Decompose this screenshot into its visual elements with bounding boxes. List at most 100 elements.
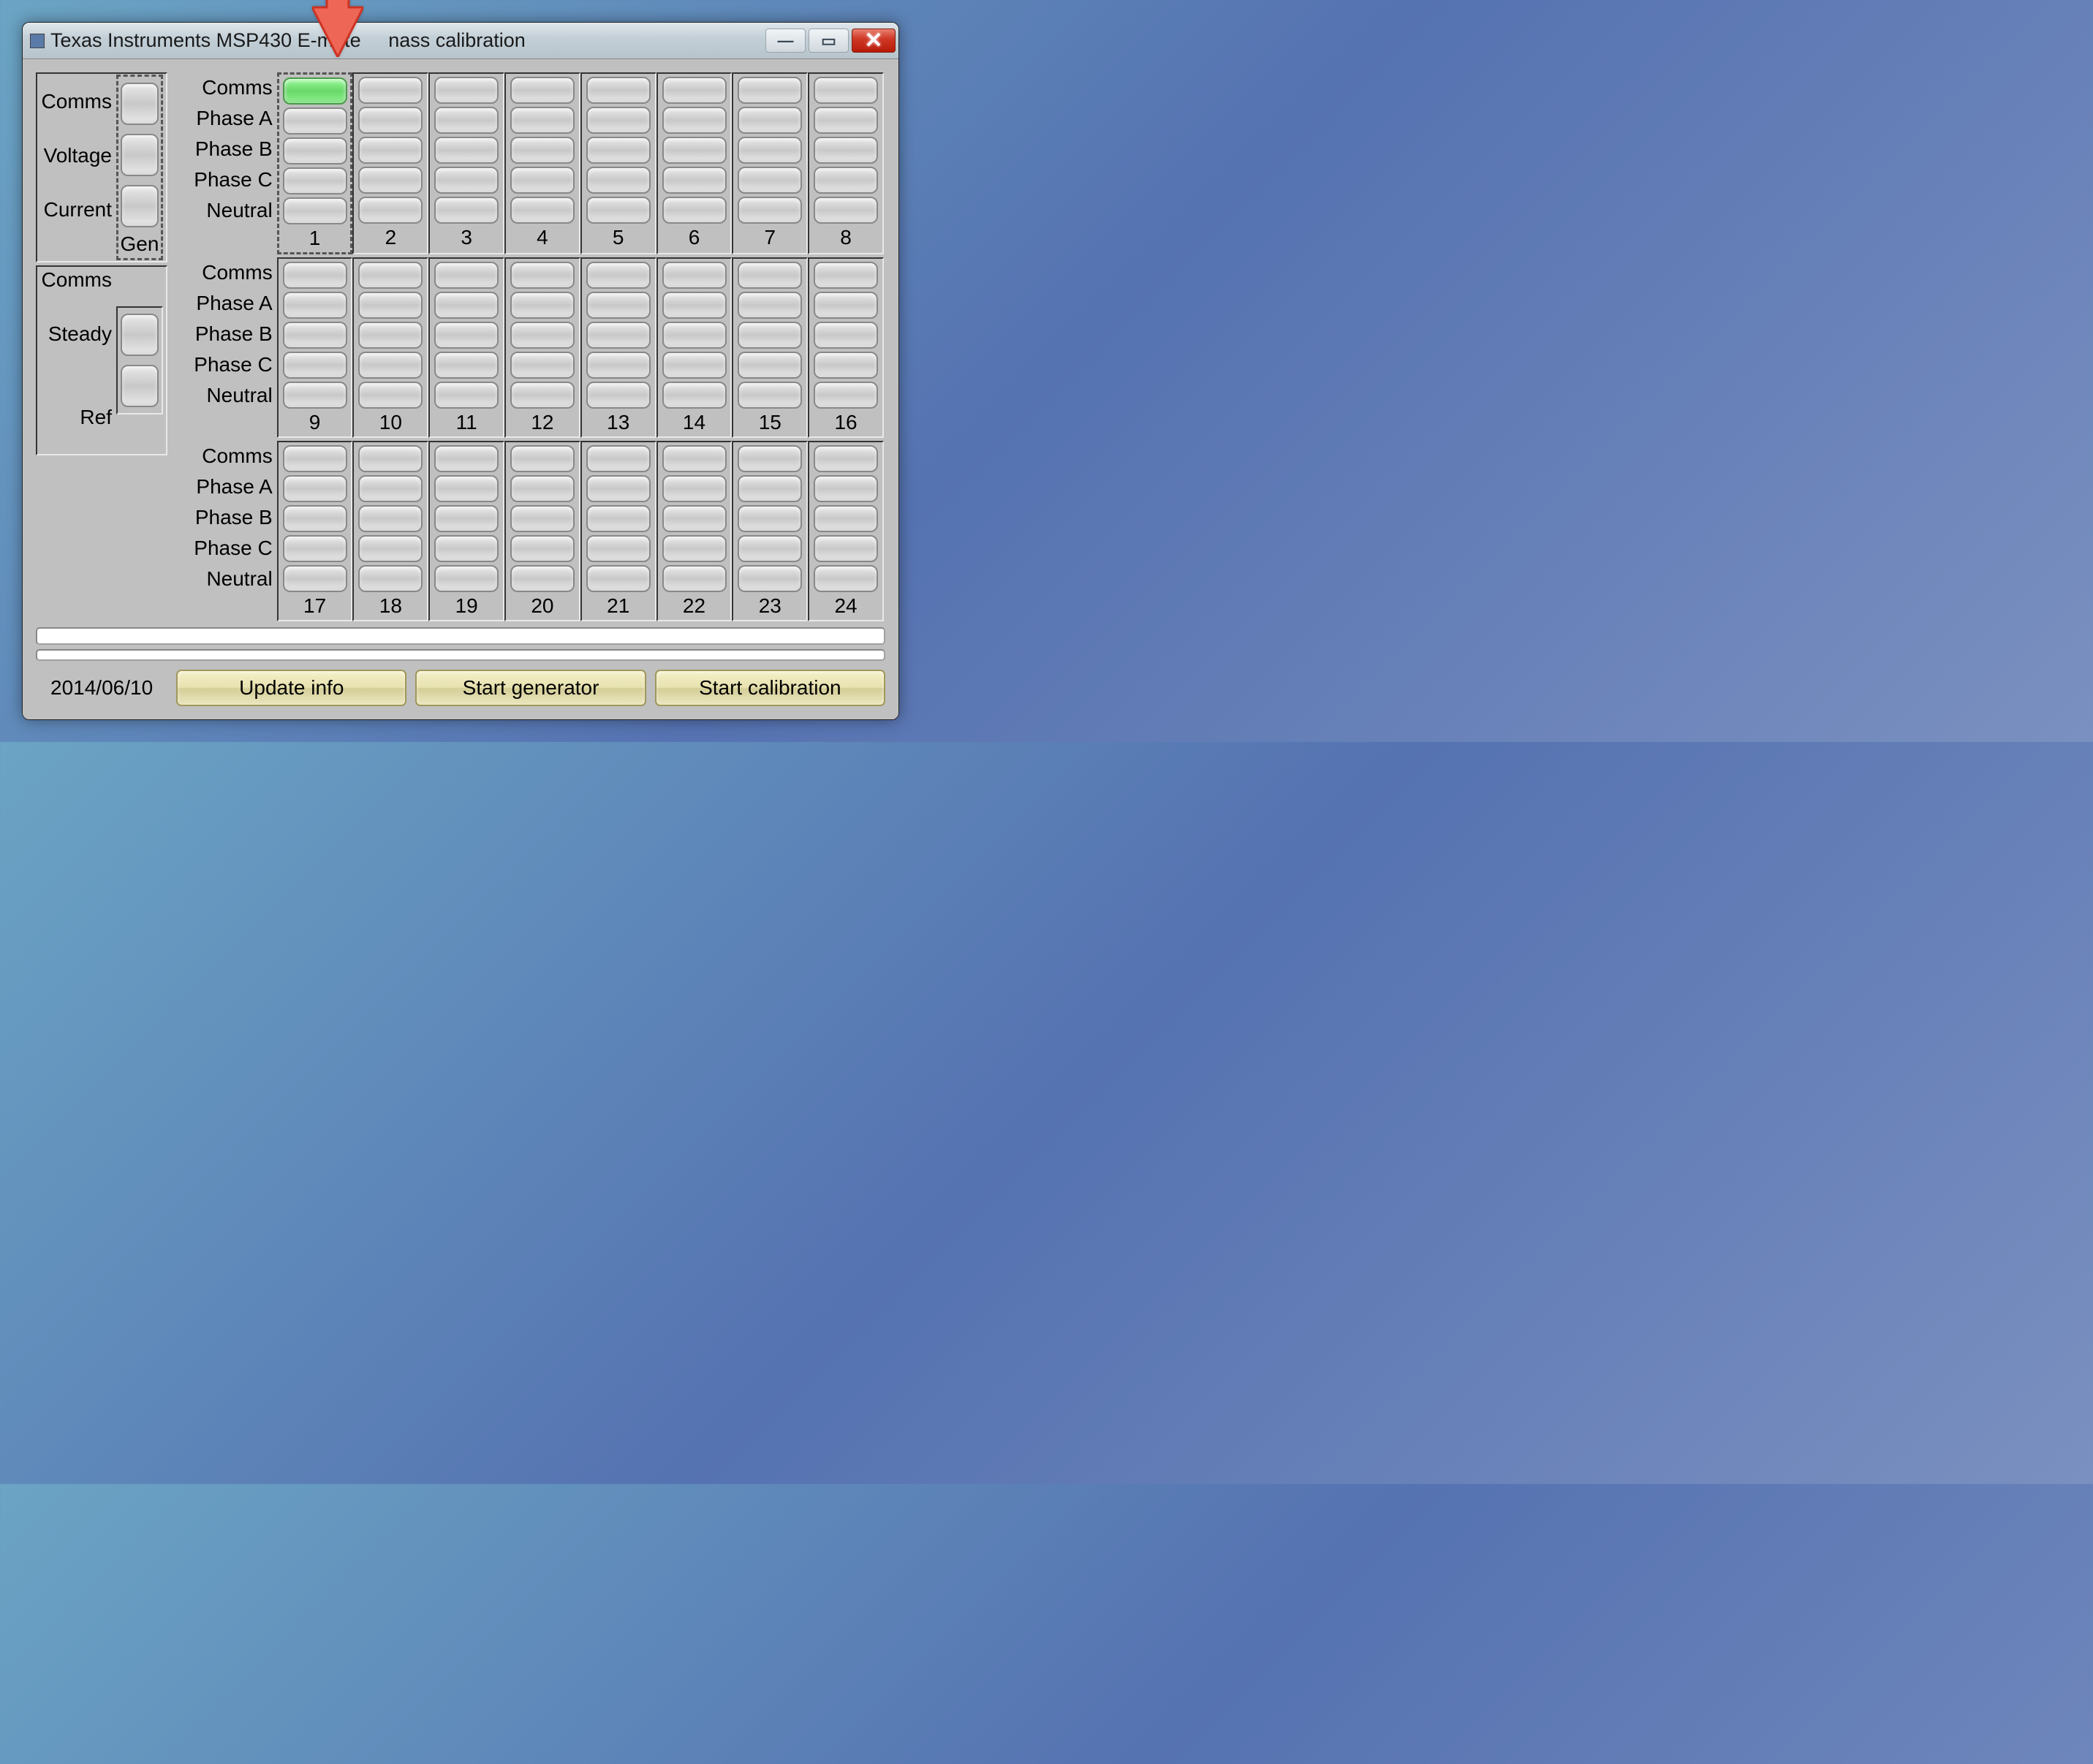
meter-led[interactable] xyxy=(510,167,575,194)
meter-led[interactable] xyxy=(510,77,575,104)
meter-led[interactable] xyxy=(358,137,423,164)
meter-led[interactable] xyxy=(814,292,878,319)
meter-led[interactable] xyxy=(738,352,802,379)
meter-led[interactable] xyxy=(738,475,802,502)
meter-led[interactable] xyxy=(738,77,802,104)
meter-led[interactable] xyxy=(358,475,423,502)
meter-led[interactable] xyxy=(510,445,575,472)
meter-led[interactable] xyxy=(434,352,499,379)
meter-led[interactable] xyxy=(662,322,727,349)
meter-led[interactable] xyxy=(738,535,802,562)
meter-led[interactable] xyxy=(434,167,499,194)
meter-led[interactable] xyxy=(283,197,347,224)
meter-led[interactable] xyxy=(434,107,499,134)
meter-led[interactable] xyxy=(283,535,347,562)
meter-led[interactable] xyxy=(434,505,499,532)
meter-led[interactable] xyxy=(662,167,727,194)
meter-led[interactable] xyxy=(662,262,727,289)
meter-led[interactable] xyxy=(738,137,802,164)
meter-led[interactable] xyxy=(358,197,423,224)
meter-led[interactable] xyxy=(662,445,727,472)
update-info-button[interactable]: Update info xyxy=(176,670,406,706)
meter-led[interactable] xyxy=(358,107,423,134)
meter-led[interactable] xyxy=(586,292,651,319)
meter-led[interactable] xyxy=(662,137,727,164)
meter-led[interactable] xyxy=(662,565,727,592)
meter-led[interactable] xyxy=(510,565,575,592)
meter-led[interactable] xyxy=(510,107,575,134)
meter-led[interactable] xyxy=(814,262,878,289)
meter-led[interactable] xyxy=(434,565,499,592)
meter-led[interactable] xyxy=(283,565,347,592)
close-button[interactable]: ✕ xyxy=(852,29,896,53)
meter-led[interactable] xyxy=(738,382,802,409)
start-generator-button[interactable]: Start generator xyxy=(415,670,646,706)
minimize-button[interactable]: — xyxy=(765,29,806,53)
meter-led[interactable] xyxy=(283,262,347,289)
meter-led[interactable] xyxy=(738,292,802,319)
meter-led[interactable] xyxy=(586,475,651,502)
meter-led[interactable] xyxy=(586,445,651,472)
meter-led[interactable] xyxy=(586,382,651,409)
gen-current-led[interactable] xyxy=(121,185,159,227)
gen-comms-led[interactable] xyxy=(121,83,159,125)
titlebar[interactable]: Texas Instruments MSP430 E-mete nass cal… xyxy=(23,23,898,59)
meter-led[interactable] xyxy=(283,505,347,532)
meter-led[interactable] xyxy=(814,322,878,349)
meter-led[interactable] xyxy=(814,77,878,104)
meter-led[interactable] xyxy=(283,475,347,502)
meter-led[interactable] xyxy=(738,322,802,349)
meter-led[interactable] xyxy=(814,197,878,224)
meter-led[interactable] xyxy=(738,107,802,134)
meter-led[interactable] xyxy=(434,382,499,409)
maximize-button[interactable]: ▭ xyxy=(809,29,849,53)
meter-led[interactable] xyxy=(662,292,727,319)
meter-led[interactable] xyxy=(358,262,423,289)
meter-led[interactable] xyxy=(283,445,347,472)
meter-led[interactable] xyxy=(434,475,499,502)
meter-led[interactable] xyxy=(662,535,727,562)
meter-led[interactable] xyxy=(586,505,651,532)
meter-led[interactable] xyxy=(738,197,802,224)
meter-led[interactable] xyxy=(283,167,347,194)
meter-led[interactable] xyxy=(586,107,651,134)
meter-led[interactable] xyxy=(814,382,878,409)
meter-led[interactable] xyxy=(738,262,802,289)
meter-led[interactable] xyxy=(738,445,802,472)
meter-led[interactable] xyxy=(586,137,651,164)
meter-led-active[interactable] xyxy=(283,77,347,105)
meter-led[interactable] xyxy=(662,77,727,104)
meter-led[interactable] xyxy=(662,107,727,134)
meter-led[interactable] xyxy=(283,382,347,409)
meter-led[interactable] xyxy=(434,137,499,164)
meter-led[interactable] xyxy=(434,445,499,472)
meter-led[interactable] xyxy=(586,167,651,194)
ref-steady-led[interactable] xyxy=(121,365,159,407)
meter-led[interactable] xyxy=(510,322,575,349)
meter-led[interactable] xyxy=(434,197,499,224)
meter-led[interactable] xyxy=(510,137,575,164)
meter-led[interactable] xyxy=(283,107,347,135)
meter-led[interactable] xyxy=(814,352,878,379)
meter-led[interactable] xyxy=(358,292,423,319)
meter-led[interactable] xyxy=(738,167,802,194)
meter-led[interactable] xyxy=(586,535,651,562)
meter-led[interactable] xyxy=(510,292,575,319)
meter-led[interactable] xyxy=(510,505,575,532)
meter-led[interactable] xyxy=(358,77,423,104)
meter-led[interactable] xyxy=(358,535,423,562)
meter-led[interactable] xyxy=(662,352,727,379)
meter-led[interactable] xyxy=(510,352,575,379)
meter-led[interactable] xyxy=(814,505,878,532)
meter-led[interactable] xyxy=(358,565,423,592)
meter-led[interactable] xyxy=(510,475,575,502)
meter-led[interactable] xyxy=(814,475,878,502)
gen-voltage-led[interactable] xyxy=(121,134,159,176)
meter-led[interactable] xyxy=(283,352,347,379)
meter-led[interactable] xyxy=(434,262,499,289)
meter-led[interactable] xyxy=(358,322,423,349)
meter-led[interactable] xyxy=(434,292,499,319)
meter-led[interactable] xyxy=(814,167,878,194)
meter-led[interactable] xyxy=(434,322,499,349)
meter-led[interactable] xyxy=(283,322,347,349)
